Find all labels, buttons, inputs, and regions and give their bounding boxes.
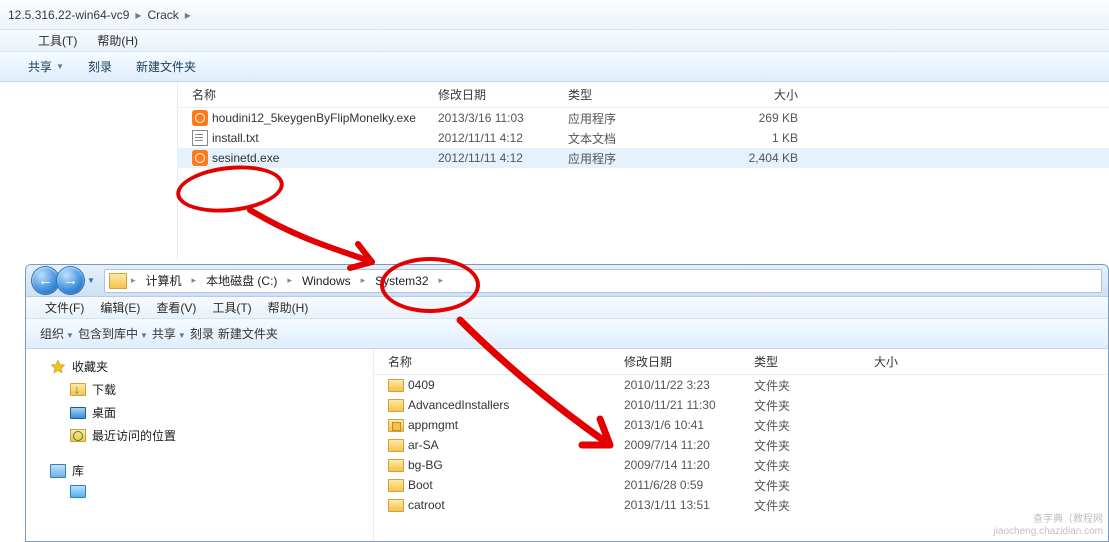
annotation-arrow [0,0,1109,542]
